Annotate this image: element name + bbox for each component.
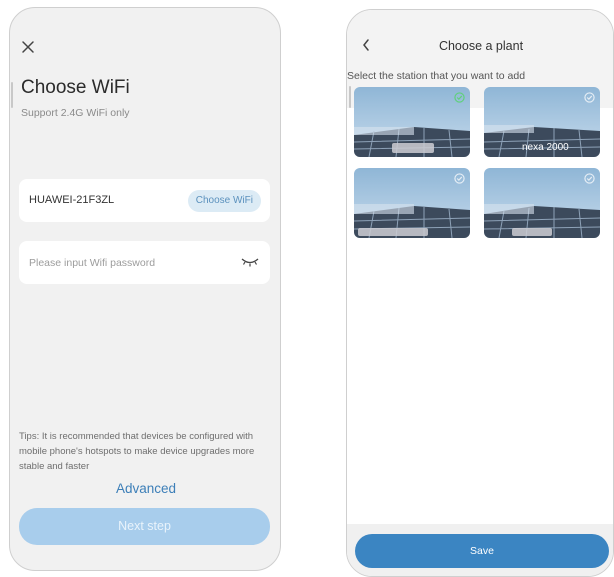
plant-tile[interactable]	[354, 168, 470, 238]
choose-wifi-screen: Choose WiFi Support 2.4G WiFi only HUAWE…	[9, 7, 281, 571]
advanced-link[interactable]: Advanced	[10, 481, 280, 496]
next-step-button[interactable]: Next step	[19, 508, 270, 545]
wifi-password-placeholder: Please input Wifi password	[29, 257, 156, 269]
wifi-name-value: HUAWEI-21F3ZL	[29, 194, 115, 206]
check-circle-icon	[454, 173, 465, 184]
plant-name: nexa 2000	[522, 142, 569, 153]
close-icon[interactable]	[21, 40, 35, 54]
choose-wifi-button[interactable]: Choose WiFi	[187, 190, 261, 212]
blurred-plant-name	[512, 228, 552, 236]
blurred-plant-name	[392, 143, 434, 153]
plant-tile[interactable]	[484, 168, 600, 238]
check-circle-icon	[584, 173, 595, 184]
page-title: Choose a plant	[438, 39, 524, 53]
scroll-indicator	[11, 82, 13, 108]
check-circle-icon	[454, 92, 465, 103]
plant-tile[interactable]: nexa 2000	[484, 87, 600, 157]
plant-tile[interactable]	[354, 87, 470, 157]
scroll-indicator	[349, 86, 351, 108]
page-title: Choose WiFi	[21, 77, 130, 98]
eye-closed-icon[interactable]	[240, 256, 260, 268]
tips-text: Tips: It is recommended that devices be …	[19, 431, 255, 472]
save-button[interactable]: Save	[355, 534, 609, 568]
page-subtitle: Select the station that you want to add	[347, 70, 526, 82]
blurred-plant-name	[358, 228, 428, 236]
check-circle-icon	[584, 92, 595, 103]
choose-plant-screen: Choose a plant Select the station that y…	[346, 9, 614, 577]
page-subtitle: Support 2.4G WiFi only	[21, 107, 130, 119]
wifi-name-field[interactable]: HUAWEI-21F3ZL Choose WiFi	[19, 179, 270, 222]
wifi-password-field[interactable]: Please input Wifi password	[19, 241, 270, 284]
